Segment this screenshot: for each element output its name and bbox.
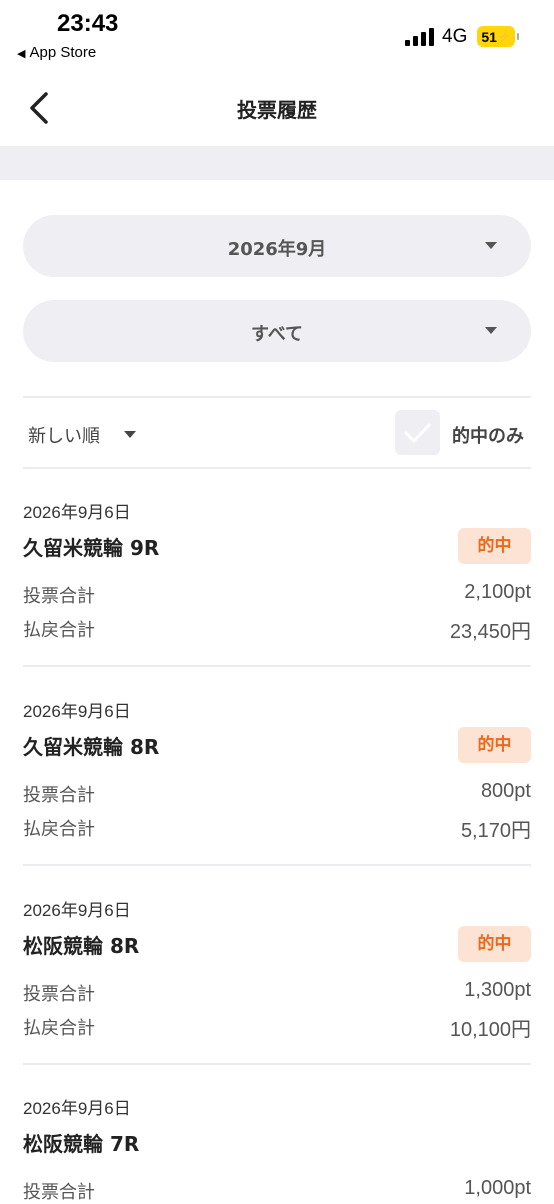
payout-total-value: 10,100円 <box>449 1019 531 1041</box>
history-item[interactable]: 2026年9月6日 久留米競輪 9R 的中 投票合計 2,100pt 払戻合計 … <box>23 498 531 668</box>
network-type: 4G <box>442 26 468 47</box>
item-date: 2026年9月6日 <box>23 1099 131 1118</box>
bet-total-value: 2,100pt <box>464 581 531 603</box>
sort-dropdown[interactable]: 新しい順 <box>28 422 100 448</box>
divider <box>23 396 531 398</box>
item-date: 2026年9月6日 <box>23 503 131 522</box>
bet-total-label: 投票合計 <box>23 1182 95 1203</box>
category-select[interactable]: すべて <box>23 300 531 362</box>
charging-icon: ⚡ <box>496 31 511 43</box>
payout-total-label: 払戻合計 <box>23 1018 95 1039</box>
payout-total-label: 払戻合計 <box>23 819 95 840</box>
hit-only-label[interactable]: 的中のみ <box>452 422 524 448</box>
item-race: 久留米競輪 9R <box>23 536 160 560</box>
hit-badge: 的中 <box>458 528 531 564</box>
history-item[interactable]: 2026年9月6日 松阪競輪 7R 投票合計 1,000pt <box>23 1094 531 1203</box>
divider <box>23 467 531 469</box>
category-select-value: すべて <box>250 324 304 345</box>
hit-only-checkbox[interactable] <box>395 410 440 455</box>
status-time: 23:43 <box>57 10 119 37</box>
month-select-value: 2026年9月 <box>227 239 327 260</box>
cellular-signal-icon <box>405 28 435 46</box>
bet-total-label: 投票合計 <box>23 785 95 806</box>
bet-total-value: 1,000pt <box>464 1177 531 1199</box>
status-bar: 23:43 ◀ App Store 4G 51 ⚡ <box>0 0 554 70</box>
bet-total-label: 投票合計 <box>23 984 95 1005</box>
item-race: 久留米競輪 8R <box>23 735 160 759</box>
back-triangle-icon: ◀ <box>17 48 26 60</box>
item-race: 松阪競輪 7R <box>23 1132 140 1156</box>
caret-down-icon[interactable] <box>124 431 136 438</box>
item-race: 松阪競輪 8R <box>23 934 140 958</box>
back-app-label: App Store <box>29 44 97 61</box>
payout-total-value: 23,450円 <box>449 621 531 643</box>
checkmark-icon <box>404 423 431 443</box>
item-divider <box>23 665 531 667</box>
page-title: 投票履歴 <box>237 98 317 122</box>
hit-badge: 的中 <box>458 727 531 763</box>
history-item[interactable]: 2026年9月6日 松阪競輪 8R 的中 投票合計 1,300pt 払戻合計 1… <box>23 896 531 1066</box>
history-item[interactable]: 2026年9月6日 久留米競輪 8R 的中 投票合計 800pt 払戻合計 5,… <box>23 697 531 867</box>
back-to-app-link[interactable]: ◀ App Store <box>17 44 96 61</box>
item-divider <box>23 1063 531 1065</box>
bet-total-value: 1,300pt <box>464 979 531 1001</box>
item-date: 2026年9月6日 <box>23 702 131 721</box>
payout-total-label: 払戻合計 <box>23 620 95 641</box>
nav-bar: 投票履歴 <box>0 70 554 146</box>
item-date: 2026年9月6日 <box>23 901 131 920</box>
hit-badge: 的中 <box>458 926 531 962</box>
caret-down-icon <box>485 327 497 334</box>
month-select[interactable]: 2026年9月 <box>23 215 531 277</box>
battery-level: 51 <box>481 28 497 45</box>
payout-total-value: 5,170円 <box>460 820 531 842</box>
bet-total-value: 800pt <box>480 780 531 802</box>
bet-total-label: 投票合計 <box>23 586 95 607</box>
battery-icon: 51 ⚡ <box>477 26 519 47</box>
section-separator <box>0 146 554 180</box>
caret-down-icon <box>485 242 497 249</box>
item-divider <box>23 864 531 866</box>
